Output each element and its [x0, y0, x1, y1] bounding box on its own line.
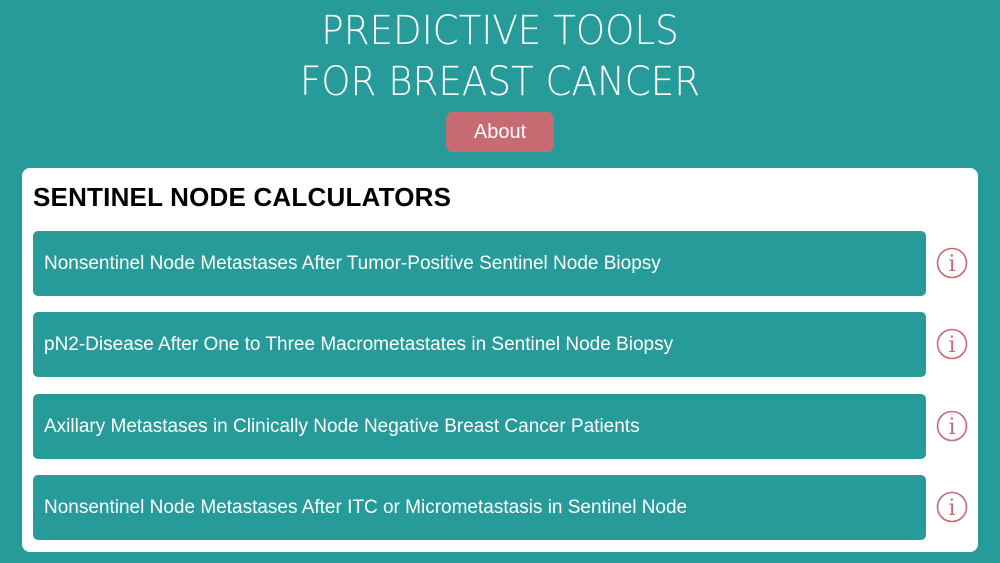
svg-text:i: i [948, 415, 955, 440]
calculator-item-nonsentinel-after-positive-sln[interactable]: Nonsentinel Node Metastases After Tumor-… [33, 231, 926, 296]
svg-text:i: i [948, 252, 955, 277]
section-heading: SENTINEL NODE CALCULATORS [33, 182, 452, 212]
svg-text:i: i [948, 333, 955, 358]
calculator-item-axillary-metastases[interactable]: Axillary Metastases in Clinically Node N… [33, 394, 926, 459]
calculator-item-pn2-disease[interactable]: pN2-Disease After One to Three Macrometa… [33, 312, 926, 377]
svg-text:i: i [948, 496, 955, 521]
info-icon[interactable]: i [936, 491, 968, 523]
app-title: PREDICTIVE TOOLS FOR BREAST CANCER [0, 6, 1000, 108]
info-icon[interactable]: i [936, 247, 968, 279]
calculators-panel: SENTINEL NODE CALCULATORS Nonsentinel No… [22, 168, 978, 552]
app-title-line-2: FOR BREAST CANCER [299, 59, 701, 105]
calculator-item-nonsentinel-after-itc[interactable]: Nonsentinel Node Metastases After ITC or… [33, 475, 926, 540]
about-button[interactable]: About [446, 112, 554, 152]
app-title-line-1: PREDICTIVE TOOLS [321, 8, 679, 54]
info-icon[interactable]: i [936, 410, 968, 442]
info-icon[interactable]: i [936, 328, 968, 360]
